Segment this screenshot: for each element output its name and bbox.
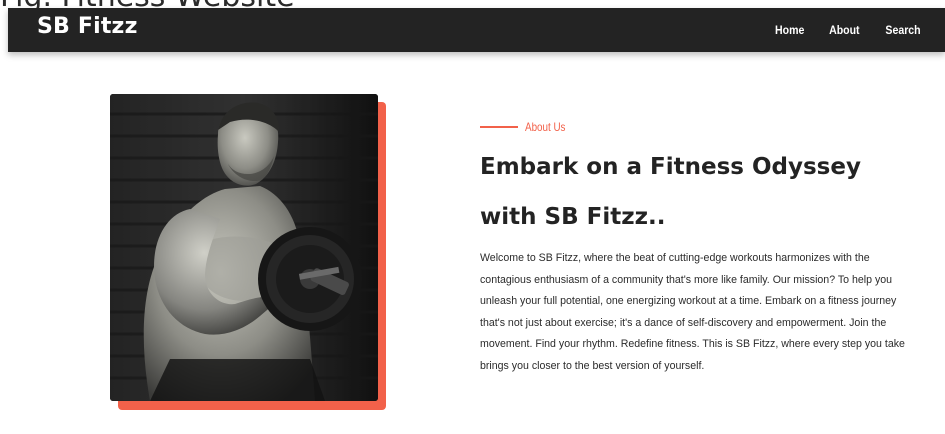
eyebrow-line [480,126,518,128]
brand-logo[interactable]: SB Fitzz [37,14,138,39]
navbar: SB Fitzz Home About Search [8,8,945,52]
nav-link-home[interactable]: Home [775,23,804,37]
eyebrow-label: About Us [525,120,566,134]
nav-links: Home About Search [773,8,923,52]
page-title: Embark on a Fitness Odyssey with SB Fitz… [480,154,861,230]
top-caption: Fig. Fitness Website [0,0,295,12]
hero-image [110,94,378,401]
page: Fig. Fitness Website SB Fitzz Home About… [0,0,945,434]
nav-link-search[interactable]: Search [885,23,920,37]
about-section: About Us Embark on a Fitness Odyssey wit… [480,118,905,377]
about-eyebrow: About Us [480,118,900,136]
nav-link-about[interactable]: About [829,23,859,37]
about-description: Welcome to SB Fitzz, where the beat of c… [480,252,905,372]
hero-image-block [110,94,386,410]
